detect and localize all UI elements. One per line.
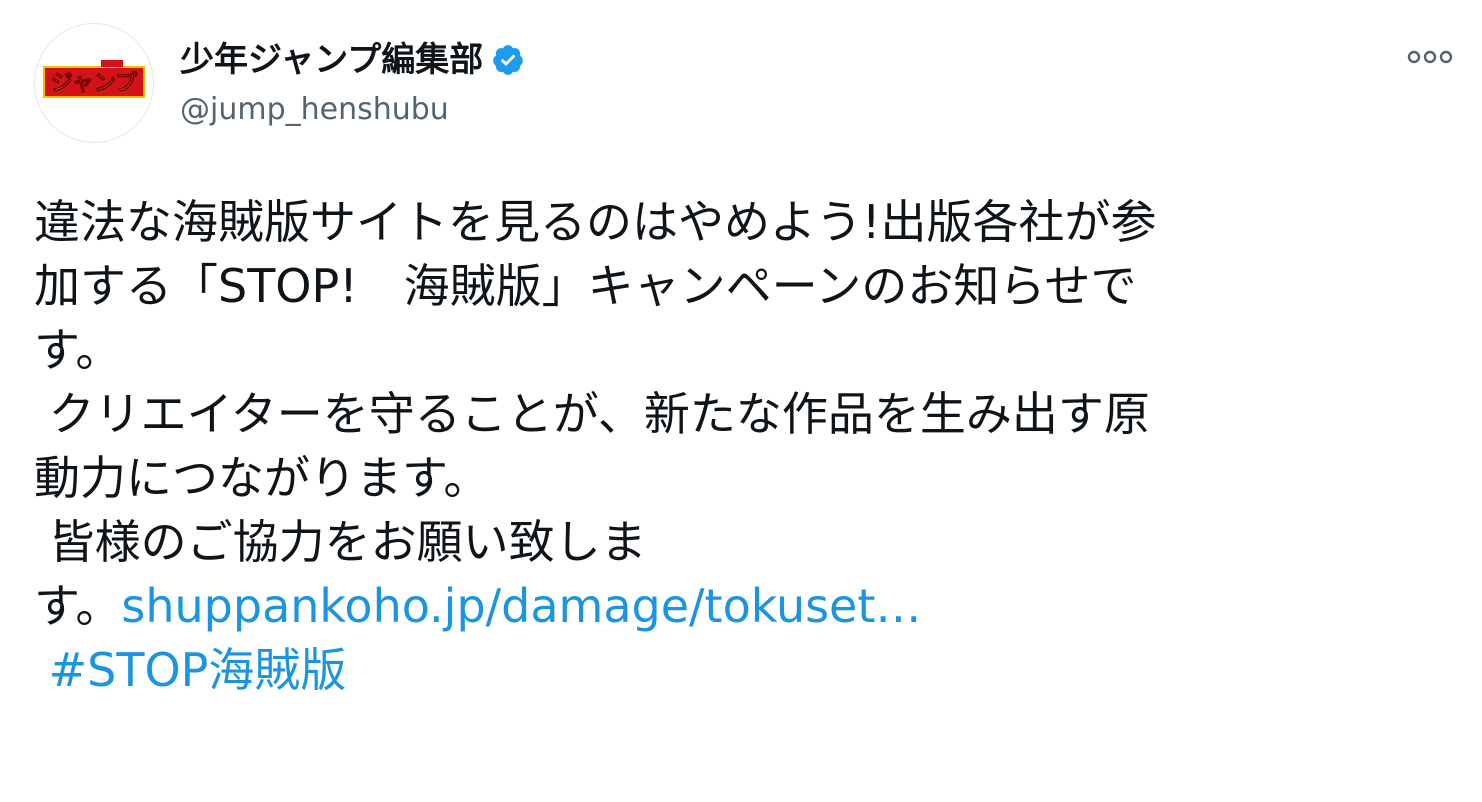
tweet-line: す。	[34, 579, 122, 633]
tweet-line: 加する「STOP! 海賊版」キャンペーンのお知らせで	[34, 259, 1137, 313]
hashtag-link[interactable]: #STOP海賊版	[34, 643, 347, 697]
verified-badge-icon	[493, 45, 524, 75]
tweet-line-with-link: す。shuppankoho.jp/damage/tokuset…	[34, 574, 1454, 638]
avatar[interactable]: ジャンプ	[34, 23, 154, 143]
hashtag-line: #STOP海賊版	[34, 638, 1454, 702]
tweet-url-link[interactable]: shuppankoho.jp/damage/tokuset…	[121, 579, 921, 633]
display-name-row: 少年ジャンプ編集部	[180, 36, 525, 84]
display-name[interactable]: 少年ジャンプ編集部	[180, 36, 483, 84]
tweet-line: 違法な海賊版サイトを見るのはやめよう!出版各社が参	[34, 195, 1157, 249]
tweet-line: 動力につながります。	[34, 451, 490, 505]
tweet-line: クリエイターを守ることが、新たな作品を生み出す原	[34, 387, 1150, 441]
tweet-line: 皆様のご協力をお願い致しま	[34, 515, 647, 569]
more-horizontal-icon[interactable]	[1404, 40, 1456, 74]
jump-logo-icon: ジャンプ	[43, 60, 145, 98]
tweet-text: 違法な海賊版サイトを見るのはやめよう!出版各社が参 加する「STOP! 海賊版」…	[34, 190, 1454, 702]
user-handle[interactable]: @jump_henshubu	[180, 88, 449, 132]
tweet-line: す。	[34, 323, 122, 377]
avatar-logo-text: ジャンプ	[51, 71, 138, 96]
